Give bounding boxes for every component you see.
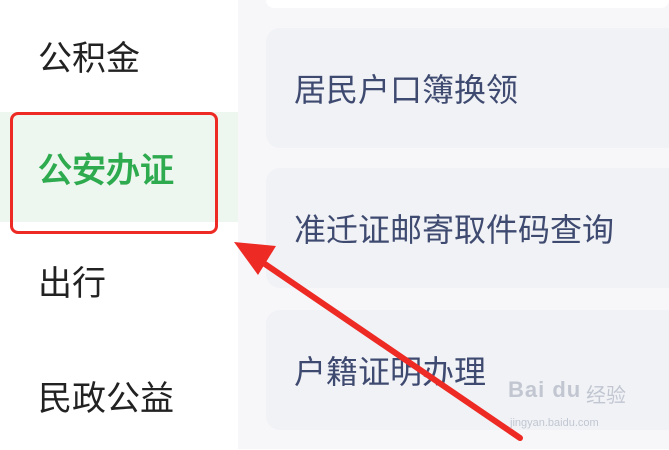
service-card-household-certificate[interactable]: 户籍证明办理 xyxy=(266,310,669,430)
sidebar-item-label: 公安办证 xyxy=(38,150,174,191)
service-card-label: 居民户口簿换领 xyxy=(294,71,519,109)
sidebar-item-civil-affairs[interactable]: 民政公益 xyxy=(0,340,238,450)
service-list: 居民户口簿换领 准迁证邮寄取件码查询 户籍证明办理 xyxy=(238,0,669,449)
sidebar-item-label: 出行 xyxy=(38,263,106,304)
previous-card-edge xyxy=(266,0,669,8)
sidebar-item-label: 民政公益 xyxy=(38,378,174,419)
sidebar-item-travel[interactable]: 出行 xyxy=(0,225,238,335)
service-card-label: 户籍证明办理 xyxy=(294,353,487,391)
sidebar-item-label: 公积金 xyxy=(38,38,140,79)
service-card-household-register-renewal[interactable]: 居民户口簿换领 xyxy=(266,28,669,148)
sidebar-item-housing-fund[interactable]: 公积金 xyxy=(0,0,238,110)
sidebar-item-public-security[interactable]: 公安办证 xyxy=(0,112,238,222)
service-card-migration-pickup-code[interactable]: 准迁证邮寄取件码查询 xyxy=(266,168,669,288)
service-card-label: 准迁证邮寄取件码查询 xyxy=(294,211,615,249)
category-sidebar: 公积金 公安办证 出行 民政公益 xyxy=(0,0,238,449)
